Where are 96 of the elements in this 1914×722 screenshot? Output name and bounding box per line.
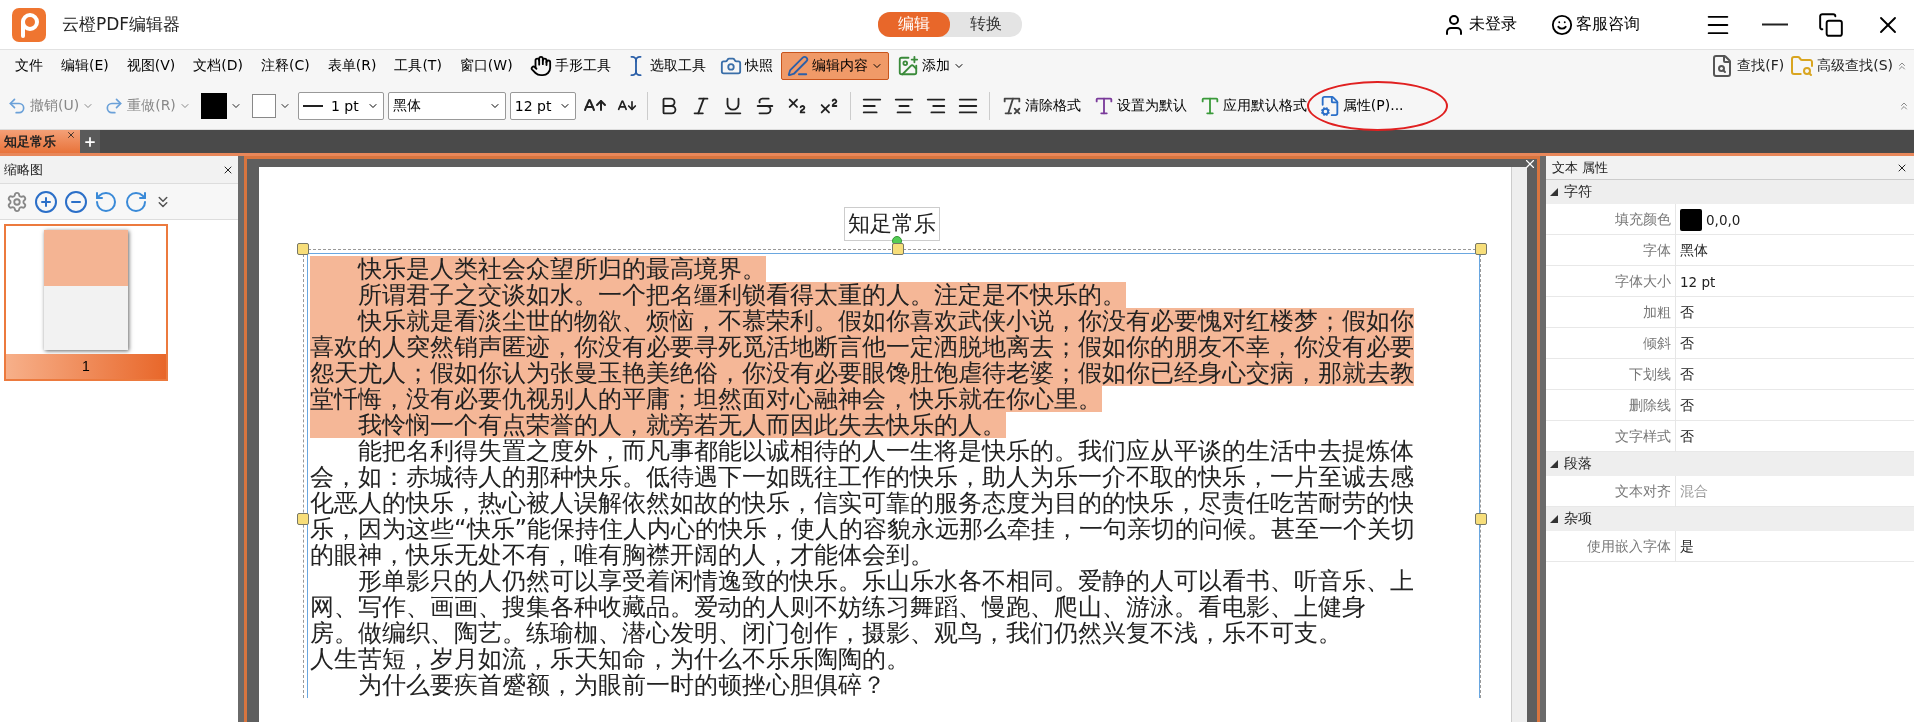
- property-label: 加粗: [1546, 297, 1676, 328]
- tool-button[interactable]: 编辑内容: [780, 52, 889, 80]
- resize-handle[interactable]: [297, 513, 309, 525]
- restore-icon: [1818, 11, 1844, 38]
- camera-icon: [719, 55, 742, 77]
- document-text-line: 能把名利得失置之度外，而凡事都能以诚相待的人一生将是快乐的。我们应从平谈的生活中去提炼体: [357, 438, 1414, 464]
- restore-button[interactable]: [1818, 11, 1844, 38]
- folder-search-icon: [1790, 54, 1815, 78]
- resize-handle[interactable]: [1475, 243, 1487, 255]
- property-value[interactable]: 否: [1680, 365, 1694, 384]
- tool-button[interactable]: 快照: [713, 52, 779, 80]
- login-link[interactable]: 未登录: [1442, 12, 1517, 37]
- plus-icon: [83, 134, 97, 149]
- tool-button[interactable]: 添加: [890, 52, 971, 80]
- color-swatch: [200, 92, 227, 119]
- format-action-button[interactable]: 属性(P)...: [1314, 92, 1408, 119]
- document-text-line: 人生苦短，岁月如流，乐天知命，为什么不乐乐陶陶的。: [310, 646, 910, 672]
- menu-item[interactable]: 编辑(E): [52, 54, 118, 78]
- document-text-line: 化恶人的快乐，热心被人误解依然如故的快乐，信实可靠的服务态度为目的的快乐，尽责任吃苦耐劳的快: [310, 490, 1414, 516]
- section-header[interactable]: 段落: [1546, 452, 1914, 476]
- font-size-select[interactable]: 12 pt: [509, 91, 576, 120]
- section-title: 字符: [1564, 183, 1592, 201]
- section-header[interactable]: 杂项: [1546, 507, 1914, 531]
- page-thumbnail[interactable]: 1: [4, 224, 168, 381]
- line-icon: [302, 103, 323, 108]
- document-text-line: 为什么要疾首蹙额，为眼前一时的顿挫心胆俱碎？: [357, 672, 886, 698]
- format-action-button[interactable]: 应用默认格式: [1194, 92, 1311, 119]
- property-value[interactable]: 否: [1680, 334, 1694, 353]
- image-plus-icon: [896, 55, 919, 77]
- scrollbar[interactable]: [1511, 167, 1527, 722]
- format-action-button[interactable]: 清除格式: [996, 92, 1085, 119]
- app-title: 云橙PDF编辑器: [62, 13, 181, 36]
- document-gear-icon: [1318, 94, 1341, 117]
- property-label: 字体大小: [1546, 266, 1676, 297]
- menu-item[interactable]: 工具(T): [385, 54, 451, 78]
- rotate-left-icon[interactable]: [94, 189, 118, 214]
- line-width-select[interactable]: 1 pt: [297, 91, 384, 120]
- tool-button[interactable]: 选取工具: [618, 52, 712, 80]
- panel-title: 文本 属性: [1552, 158, 1609, 177]
- menu-item[interactable]: 文档(D): [184, 54, 252, 78]
- support-link[interactable]: 客服咨询: [1551, 13, 1640, 36]
- panel-title: 缩略图: [4, 160, 43, 179]
- rotate-right-icon[interactable]: [124, 189, 148, 214]
- minimize-button[interactable]: [1762, 23, 1788, 26]
- mode-tab[interactable]: 转换: [950, 12, 1022, 37]
- document-tab[interactable]: 知足常乐: [0, 130, 80, 153]
- property-value[interactable]: 黑体: [1680, 241, 1708, 260]
- document-text-line: 的眼神，快乐无处不有，唯有胸襟开阔的人，才能体会到。: [310, 542, 934, 568]
- format-action-button[interactable]: 设置为默认: [1088, 92, 1191, 119]
- page-number: 1: [6, 354, 166, 379]
- menu-item[interactable]: 窗口(W): [450, 54, 522, 78]
- property-label: 删除线: [1546, 390, 1676, 421]
- empty-swatch-icon: [251, 93, 276, 118]
- property-label: 下划线: [1546, 359, 1676, 390]
- document-text-line: 形单影只的人仍然可以享受着闲情逸致的快乐。乐山乐水各不相同。爱静的人可以看书、听音乐、上: [357, 568, 1414, 594]
- property-value[interactable]: 0,0,0: [1706, 211, 1741, 228]
- zoom-in-icon[interactable]: [34, 189, 58, 214]
- close-icon[interactable]: [1523, 157, 1537, 171]
- document-text-line: 房。做编织、陶艺。练瑜枷、潜心发明、闭门创作，摄影、观鸟，我们仍然兴复不浅，乐不可支。: [310, 620, 1342, 646]
- hand-icon: [529, 55, 552, 77]
- resize-handle[interactable]: [892, 243, 904, 255]
- zoom-out-icon[interactable]: [64, 189, 88, 214]
- find-button[interactable]: 查找(F): [1707, 52, 1788, 80]
- find-button[interactable]: 高级查找(S): [1787, 52, 1896, 80]
- menu-item[interactable]: 注释(C): [252, 54, 319, 78]
- gear-icon[interactable]: [6, 190, 28, 213]
- section-title: 段落: [1564, 455, 1592, 473]
- font-select[interactable]: 黑体: [387, 91, 506, 120]
- property-value[interactable]: 是: [1680, 537, 1694, 556]
- property-label: 倾斜: [1546, 328, 1676, 359]
- property-label: 字体: [1546, 235, 1676, 266]
- document-text-line: 乐，因为这些“快乐”能保持住人内心的快乐，使人的容貌永远那么牵挂，一句亲切的问候。甚至一个关切: [310, 516, 1416, 542]
- resize-handle[interactable]: [297, 243, 309, 255]
- smile-icon: [1551, 13, 1573, 36]
- document-text-line: 会，如：赤城待人的那种快乐。低待遇下一如既往工作的快乐，助人为乐一介不取的快乐，一片至诚去感: [310, 464, 1414, 490]
- property-value[interactable]: 否: [1680, 427, 1694, 446]
- property-label: 使用嵌入字体: [1546, 531, 1676, 562]
- menu-item[interactable]: 文件: [6, 54, 52, 78]
- pen-icon: [786, 55, 809, 77]
- resize-handle[interactable]: [1475, 513, 1487, 525]
- document-text-line: 网、写作、画画、搜集各种收藏品。爱动的人则不妨练习舞蹈、慢跑、爬山、游泳。看电影、上健身: [310, 594, 1366, 620]
- property-value[interactable]: 否: [1680, 396, 1694, 415]
- redo-icon: [104, 95, 125, 116]
- undo-icon: [7, 95, 27, 116]
- menu-item[interactable]: 视图(V): [117, 54, 185, 78]
- property-value[interactable]: 12 pt: [1680, 273, 1716, 290]
- minimize-icon: [1762, 23, 1788, 26]
- property-value[interactable]: 否: [1680, 303, 1694, 322]
- collapse-icon[interactable]: [1896, 60, 1908, 72]
- new-tab-button[interactable]: [80, 130, 100, 153]
- tool-button[interactable]: 手形工具: [523, 52, 617, 80]
- section-header[interactable]: 字符: [1546, 180, 1914, 204]
- menu-item[interactable]: 表单(R): [318, 54, 386, 78]
- section-title: 杂项: [1564, 510, 1592, 528]
- app-logo-icon: [12, 7, 46, 42]
- property-label: 填充颜色: [1546, 204, 1676, 235]
